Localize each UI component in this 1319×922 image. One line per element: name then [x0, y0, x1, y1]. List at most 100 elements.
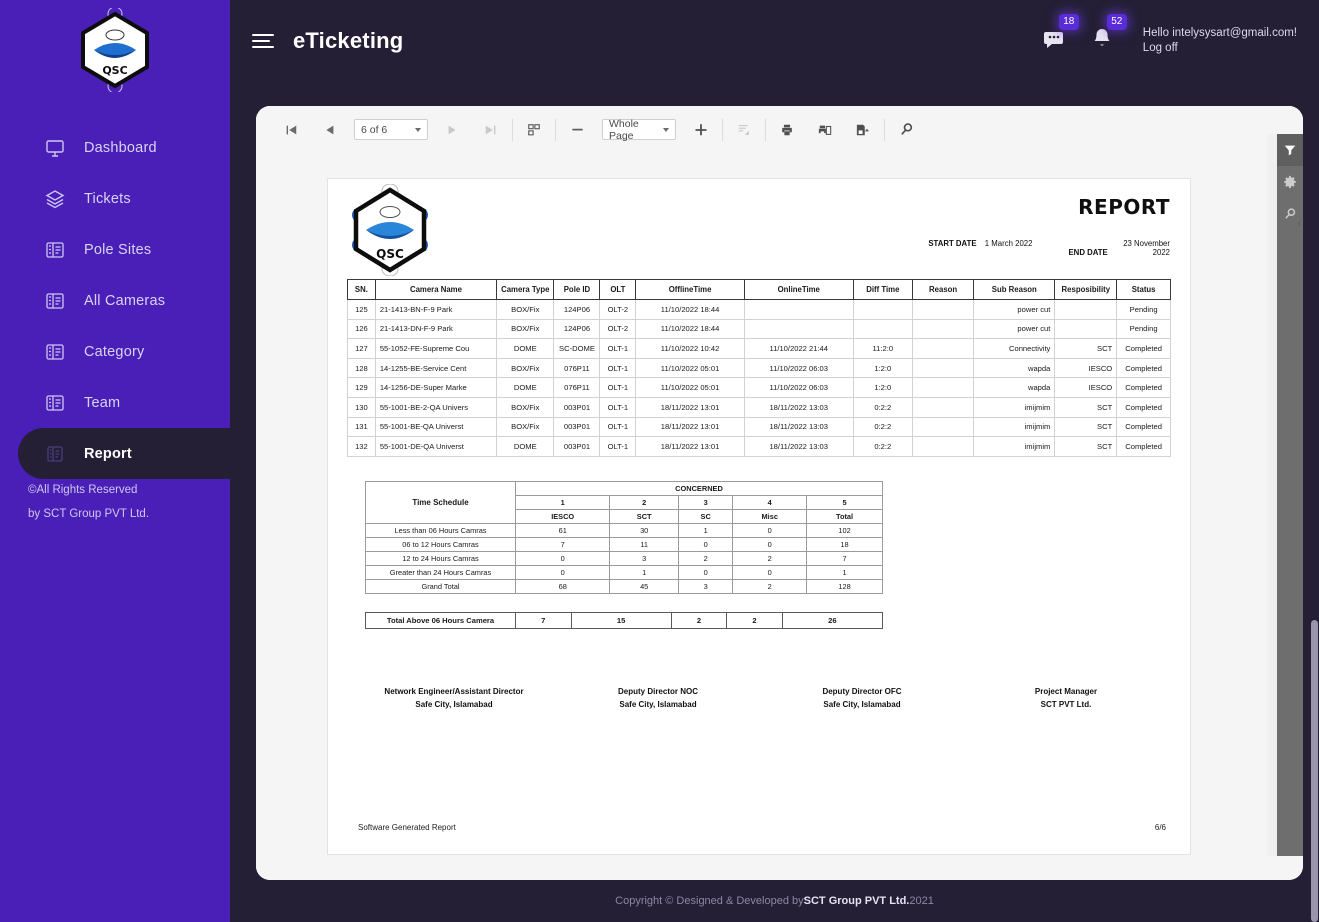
page-title: eTicketing [293, 28, 404, 53]
main-content-card: 6 of 6 Whole Page QSC REPORT START DATE … [256, 106, 1303, 880]
report-scroll-area[interactable]: QSC REPORT START DATE 1 March 2022 END D… [256, 154, 1265, 880]
collapse-panel-button[interactable]: ‹ [1297, 218, 1301, 230]
total-cell: 26 [781, 611, 884, 629]
logoff-link[interactable]: Log off [1143, 41, 1297, 56]
table-cell: 129 [347, 377, 376, 398]
table-row[interactable]: 131 55-1001-BE-QA Universt BOX/Fix 003P01 OL… [347, 416, 1171, 438]
table-cell: 55-1001-BE-QA Universt [374, 416, 498, 438]
export-button[interactable] [850, 117, 876, 143]
table-row[interactable]: 128 14-1255-BE-Service Cent BOX/Fix 076P11 O… [347, 357, 1171, 379]
sidebar-item-label: Team [84, 394, 121, 411]
column-header: Sub Reason [973, 279, 1056, 300]
total-row-label: Total Above 06 Hours Camera [365, 611, 516, 629]
table-cell: 11/10/2022 10:42 [635, 338, 745, 359]
table-cell: 11:2:0 [852, 338, 914, 359]
table-cell [1054, 299, 1118, 320]
time-schedule-header: Time Schedule [365, 480, 516, 524]
print-button[interactable] [774, 117, 800, 143]
table-cell: DOME [496, 436, 555, 457]
table-cell: Completed [1116, 338, 1171, 359]
refresh-button[interactable] [731, 117, 757, 143]
table-cell [912, 338, 975, 359]
sidebar-item-category[interactable]: Category [0, 326, 230, 377]
end-date-value: 23 November 2022 [1123, 239, 1170, 257]
table-cell: 128 [347, 357, 376, 379]
multipage-view-button[interactable] [521, 117, 547, 143]
page-vertical-scrollbar[interactable] [1310, 0, 1319, 922]
sidebar-item-label: Dashboard [84, 139, 157, 156]
previous-page-button[interactable] [316, 117, 342, 143]
table-cell: 126 [347, 318, 376, 340]
column-header: Resposibility [1054, 279, 1118, 300]
column-header: IESCO [514, 508, 611, 524]
table-cell [852, 299, 914, 320]
table-cell: 132 [347, 436, 376, 457]
table-cell: 125 [347, 299, 376, 320]
sidebar-item-report[interactable]: Report [18, 428, 230, 479]
signature-entry: Deputy Director NOC Safe City, Islamabad [556, 685, 760, 711]
table-cell: 11/10/2022 05:01 [635, 377, 745, 398]
next-page-button[interactable] [440, 117, 466, 143]
table-cell: 14-1255-BE-Service Cent [374, 357, 498, 379]
table-cell: DOME [496, 338, 555, 359]
table-cell: OLT-2 [599, 299, 637, 320]
table-row[interactable]: 130 55-1001-BE-2-QA Univers BOX/Fix 003P01 O… [347, 396, 1171, 418]
sidebar-item-dashboard[interactable]: Dashboard [0, 122, 230, 173]
sidebar-item-team[interactable]: Team [0, 377, 230, 428]
zoom-level-select[interactable]: Whole Page [602, 118, 676, 142]
print-layout-button[interactable] [812, 117, 838, 143]
table-cell: IESCO [1054, 377, 1118, 398]
filter-panel-button[interactable] [1277, 134, 1303, 166]
sidebar-item-label: Category [84, 343, 145, 360]
signature-entry: Project Manager SCT PVT Ltd. [964, 685, 1168, 711]
table-cell [912, 396, 975, 418]
signature-title: Deputy Director OFC [822, 686, 902, 696]
summary-cell: 0 [677, 564, 734, 580]
table-cell: 18/11/2022 13:01 [635, 416, 745, 438]
table-row[interactable]: 125 21-1413-BN-F-9 Park BOX/Fix 124P06 OLT-2… [347, 299, 1171, 320]
parameters-panel-button[interactable] [1277, 166, 1303, 198]
user-greeting: Hello intelysysart@gmail.com! [1142, 27, 1297, 39]
sidebar-item-pole-sites[interactable]: Pole Sites [0, 224, 230, 275]
table-cell: SCT [1054, 338, 1118, 359]
summary-cell: 45 [609, 578, 679, 594]
table-row[interactable]: 129 14-1256-DE-Super Marke DOME 076P11 OLT-1… [347, 377, 1171, 398]
summary-row-label: 12 to 24 Hours Camras [365, 550, 516, 566]
table-cell: 18/11/2022 13:03 [743, 416, 854, 438]
report-viewer-side-rail [1277, 134, 1303, 856]
table-row[interactable]: 126 21-1413-DN-F-9 Park BOX/Fix 124P06 OLT-2… [347, 318, 1171, 340]
table-row[interactable]: 127 55-1052-FE-Supreme Cou DOME SC-DOME OLT-… [347, 338, 1171, 359]
zoom-in-button[interactable] [688, 117, 714, 143]
report-vertical-scrollbar[interactable] [1267, 134, 1277, 856]
table-cell [912, 436, 975, 457]
table-cell: 21-1413-BN-F-9 Park [374, 299, 498, 320]
sidebar-item-all-cameras[interactable]: All Cameras [0, 275, 230, 326]
first-page-button[interactable] [278, 117, 304, 143]
table-cell: 18/11/2022 13:01 [635, 396, 745, 418]
messages-button[interactable]: 18 [1041, 13, 1079, 57]
list-card-icon [44, 341, 66, 363]
table-cell: OLT-1 [599, 338, 637, 359]
find-button[interactable] [893, 117, 919, 143]
column-header: OnlineTime [743, 279, 854, 300]
zoom-out-button[interactable] [564, 117, 590, 143]
summary-cell: 1 [609, 564, 679, 580]
table-cell: Completed [1116, 357, 1171, 379]
table-row[interactable]: 132 55-1001-DE-QA Universt DOME 003P01 OLT-1… [347, 436, 1171, 457]
report-footer: Software Generated Report 6/6 [358, 823, 1166, 832]
scrollbar-thumb[interactable] [1311, 620, 1318, 922]
table-cell: OLT-1 [599, 416, 637, 438]
summary-cell: 0 [732, 564, 808, 580]
table-body: 125 21-1413-BN-F-9 Park BOX/Fix 124P06 OLT-2… [347, 299, 1171, 457]
hamburger-menu-icon[interactable] [252, 30, 274, 52]
summary-cell: 1 [677, 522, 734, 538]
table-cell: imijmim [973, 396, 1056, 418]
sidebar: QSC Dashboard Tickets Pole Sites All Cam… [0, 0, 230, 922]
last-page-button[interactable] [478, 117, 504, 143]
table-cell: 11/10/2022 18:44 [635, 318, 745, 340]
table-cell [912, 416, 975, 438]
summary-row-label: Grand Total [365, 578, 516, 594]
notifications-button[interactable]: 52 [1089, 13, 1127, 57]
sidebar-item-tickets[interactable]: Tickets [0, 173, 230, 224]
page-number-select[interactable]: 6 of 6 [354, 119, 428, 140]
